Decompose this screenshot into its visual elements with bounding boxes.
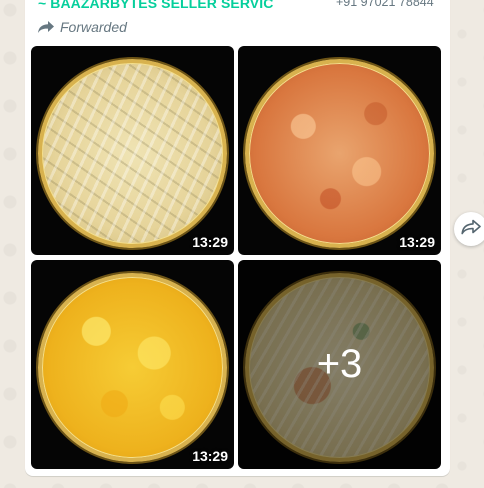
album-image-fries[interactable]: 13:29 [31,46,234,255]
more-count: +3 [316,342,363,386]
forward-share-button[interactable] [454,212,484,246]
forwarded-label: Forwarded [60,19,127,35]
sender-phone: +91 97021 78844 [336,0,434,9]
album-image-banana-chips[interactable]: 13:29 [31,260,234,469]
masala-chips-photo [245,59,434,248]
forward-share-icon [461,219,481,240]
image-timestamp: 13:29 [192,234,228,250]
banana-chips-photo [38,273,227,462]
image-timestamp: 13:29 [192,448,228,464]
fries-photo [38,59,227,248]
forward-arrow-icon [37,20,55,34]
sender-name[interactable]: ~ BAAZARBYTES SELLER SERVIC [38,0,288,11]
album-image-masala-chips[interactable]: 13:29 [238,46,441,255]
forwarded-indicator: Forwarded [37,17,127,37]
album-more-images[interactable]: +3 [238,260,441,469]
image-timestamp: 13:29 [399,234,435,250]
